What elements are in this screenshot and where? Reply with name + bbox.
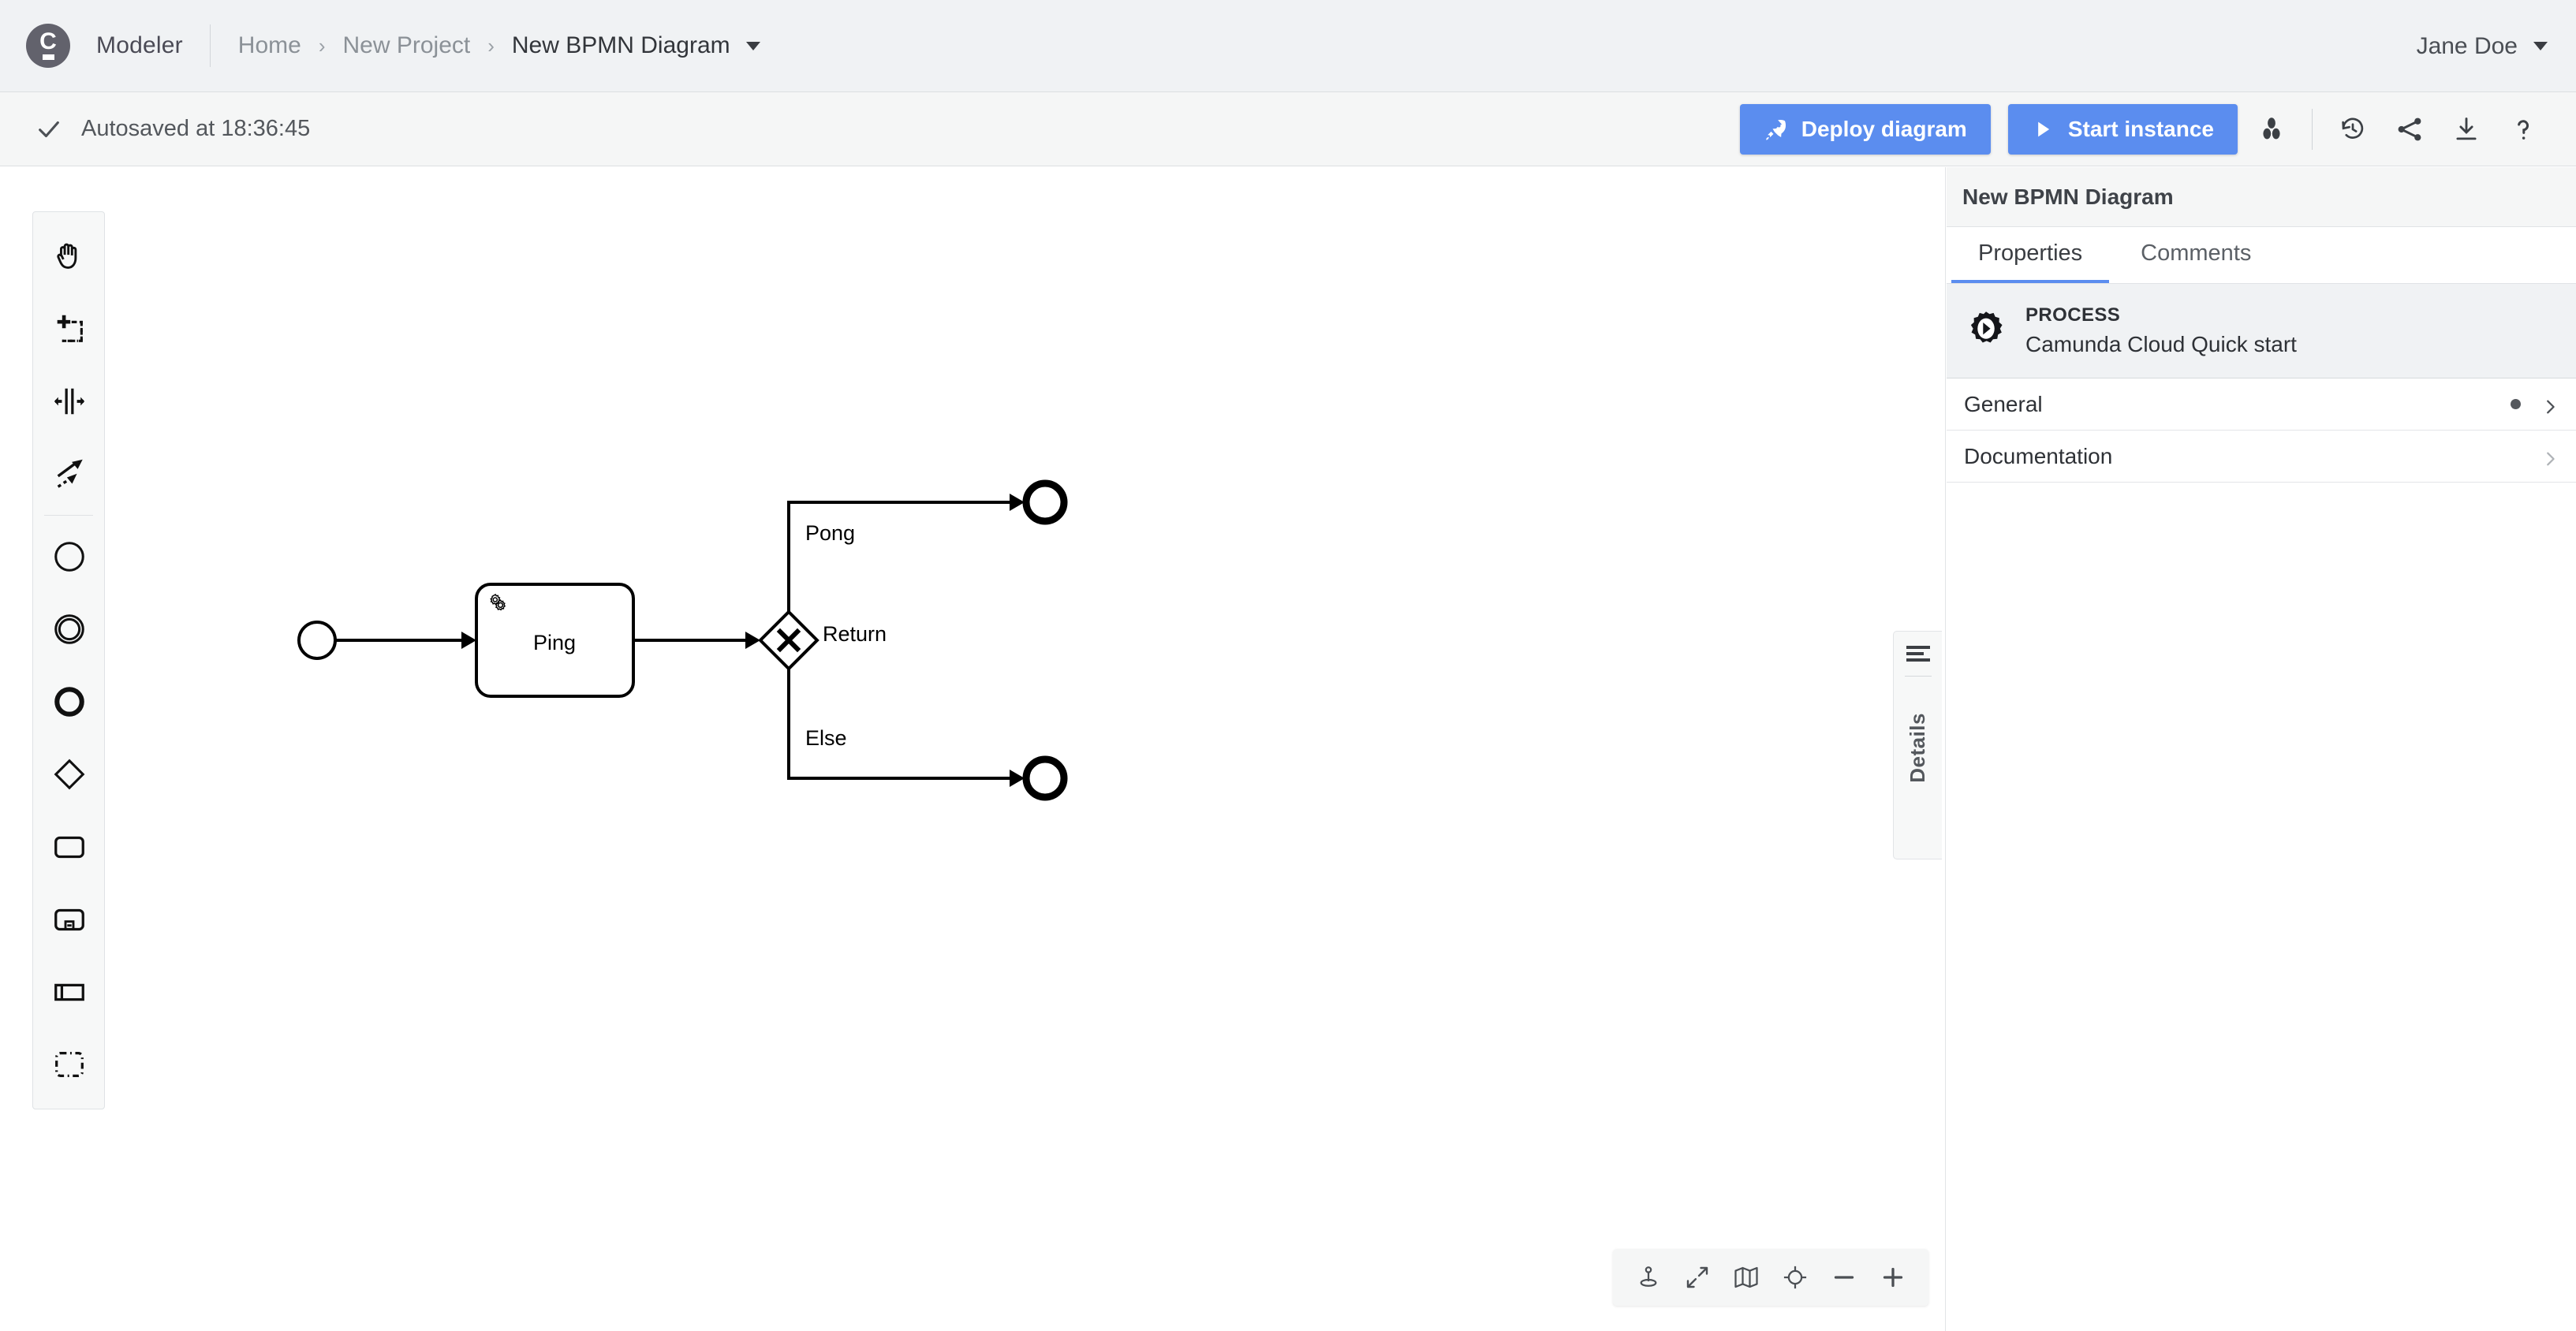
task-label-ping: Ping	[533, 631, 576, 654]
bpmn-start-event	[299, 622, 335, 658]
hamburger-icon	[1906, 646, 1930, 665]
camunda-logo[interactable]: C	[26, 24, 70, 68]
flow-gateway-to-pong	[789, 502, 1010, 612]
logo-letter: C	[39, 32, 57, 52]
toolbar-actions: Deploy diagram Start instance	[1723, 92, 2546, 166]
chevron-right-icon	[2541, 448, 2559, 465]
help-icon[interactable]	[2500, 106, 2546, 152]
details-label: Details	[1906, 713, 1930, 783]
tab-comments-label: Comments	[2141, 240, 2251, 267]
properties-panel: New BPMN Diagram Properties Comments PRO…	[1947, 167, 2576, 1331]
bpmn-drawing: Ping Pong Return Else	[0, 167, 1946, 1331]
flow-label-pong: Pong	[805, 521, 855, 545]
action-toolbar: Autosaved at 18:36:45 Deploy diagram	[0, 92, 2576, 166]
flow-gateway-to-else	[789, 669, 1010, 778]
start-instance-button[interactable]: Start instance	[2008, 104, 2238, 155]
toolbar-divider	[2312, 109, 2313, 150]
reset-zoom-icon[interactable]	[1771, 1253, 1820, 1302]
breadcrumb-item-home[interactable]: Home	[238, 32, 301, 59]
bpmn-end-event-pong	[1026, 483, 1064, 521]
chevron-down-icon	[2533, 42, 2548, 50]
tab-comments[interactable]: Comments	[2114, 227, 2278, 283]
camunda-modeler-app: C Modeler Home › New Project › New BPMN …	[0, 0, 2576, 1331]
chevron-down-icon[interactable]	[746, 42, 760, 50]
bpmn-exclusive-gateway	[760, 612, 817, 669]
play-icon	[2032, 118, 2054, 140]
check-icon	[35, 116, 62, 143]
breadcrumb-separator: ›	[319, 34, 326, 58]
tab-properties[interactable]: Properties	[1951, 227, 2109, 283]
group-filled-dot-icon	[2511, 399, 2521, 409]
flap-divider	[1905, 676, 1932, 677]
selected-element-kind: PROCESS	[2025, 304, 2297, 326]
zoom-in-icon[interactable]	[1869, 1253, 1917, 1302]
share-icon[interactable]	[2387, 106, 2432, 152]
chevron-right-icon	[2541, 396, 2559, 413]
download-icon[interactable]	[2443, 106, 2489, 152]
breadcrumb-item-diagram[interactable]: New BPMN Diagram	[512, 32, 730, 59]
properties-group-general-label: General	[1964, 392, 2043, 417]
autosave-text: Autosaved at 18:36:45	[81, 116, 310, 142]
flow-label-else: Else	[805, 726, 847, 750]
brand-name: Modeler	[96, 32, 183, 59]
breadcrumb: Home › New Project › New BPMN Diagram	[238, 32, 760, 59]
selected-element-name: Camunda Cloud Quick start	[2025, 332, 2297, 357]
app-header: C Modeler Home › New Project › New BPMN …	[0, 0, 2576, 92]
collaborators-icon[interactable]	[2249, 106, 2294, 152]
user-menu[interactable]: Jane Doe	[2417, 0, 2548, 92]
flow-label-return: Return	[823, 622, 887, 646]
bpmn-service-task-ping: Ping	[476, 584, 633, 696]
zoom-controls	[1613, 1249, 1928, 1306]
properties-group-documentation[interactable]: Documentation	[1947, 431, 2576, 483]
properties-group-general[interactable]: General	[1947, 378, 2576, 431]
start-instance-label: Start instance	[2068, 117, 2214, 142]
deploy-diagram-button[interactable]: Deploy diagram	[1740, 104, 1991, 155]
fit-viewport-icon[interactable]	[1673, 1253, 1722, 1302]
properties-group-documentation-label: Documentation	[1964, 444, 2112, 469]
process-gear-icon	[1964, 309, 2008, 353]
user-name: Jane Doe	[2417, 33, 2518, 60]
header-divider	[210, 24, 211, 67]
selected-element-header: PROCESS Camunda Cloud Quick start	[1947, 284, 2576, 378]
properties-panel-title: New BPMN Diagram	[1947, 167, 2576, 227]
properties-tabs: Properties Comments	[1947, 227, 2576, 284]
autosave-status: Autosaved at 18:36:45	[35, 116, 310, 143]
diagram-canvas[interactable]: Ping Pong Return Else	[0, 167, 1946, 1331]
version-history-icon[interactable]	[2330, 106, 2376, 152]
tab-properties-label: Properties	[1978, 240, 2082, 267]
details-panel-tab[interactable]: Details	[1893, 631, 1942, 859]
bpmn-end-event-else	[1026, 759, 1064, 797]
rocket-icon	[1764, 117, 1787, 141]
deploy-diagram-label: Deploy diagram	[1801, 117, 1967, 142]
breadcrumb-item-project[interactable]: New Project	[343, 32, 471, 59]
set-origin-icon[interactable]	[1624, 1253, 1673, 1302]
breadcrumb-separator: ›	[487, 34, 495, 58]
toggle-minimap-icon[interactable]	[1722, 1253, 1771, 1302]
zoom-out-icon[interactable]	[1820, 1253, 1869, 1302]
logo-bar	[43, 54, 54, 60]
